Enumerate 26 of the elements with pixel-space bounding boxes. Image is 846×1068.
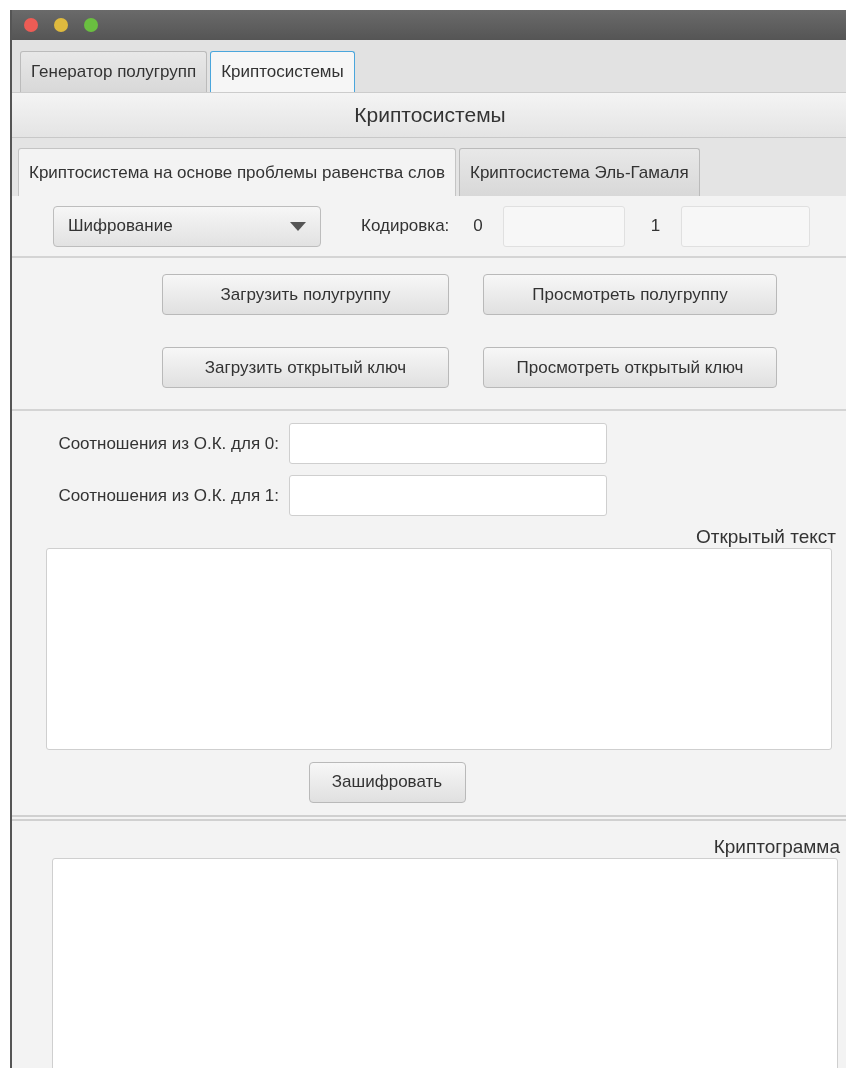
mode-dropdown[interactable]: Шифрование	[53, 205, 321, 247]
bit-label: 1	[650, 216, 661, 236]
encrypt-button[interactable]: Зашифровать	[308, 761, 466, 803]
ciphertext-label: Криптограмма	[713, 836, 840, 858]
bit-label: 0	[473, 216, 483, 236]
tab[interactable]: Криптосистемы	[210, 51, 355, 92]
view-button[interactable]: Просмотреть открытый ключ	[483, 347, 777, 388]
window-control-button[interactable]	[24, 18, 38, 32]
encoding-label: Кодировка:	[361, 216, 450, 236]
tab[interactable]: Криптосистема Эль-Гамаля	[459, 148, 700, 196]
relation-label: Соотношения из О.К. для 0:	[57, 433, 279, 454]
load-button[interactable]: Загрузить полугруппу	[162, 274, 449, 315]
view-button[interactable]: Просмотреть полугруппу	[483, 274, 777, 315]
ciphertext-area[interactable]	[52, 857, 838, 1068]
relation-label: Соотношения из О.К. для 1:	[57, 485, 279, 506]
tab[interactable]: Криптосистема на основе проблемы равенства слов	[18, 148, 456, 196]
relation-input[interactable]	[289, 475, 607, 516]
load-button[interactable]: Загрузить открытый ключ	[162, 347, 449, 388]
tab[interactable]: Генератор полугрупп	[20, 51, 208, 92]
plaintext-label: Открытый текст	[695, 527, 836, 548]
relation-input[interactable]	[289, 423, 607, 464]
caret-icon	[290, 221, 306, 231]
plaintext-area[interactable]	[46, 547, 832, 750]
section-header: Криптосистемы	[12, 92, 846, 138]
window-control-button[interactable]	[54, 18, 68, 32]
window-control-button[interactable]	[84, 18, 98, 32]
